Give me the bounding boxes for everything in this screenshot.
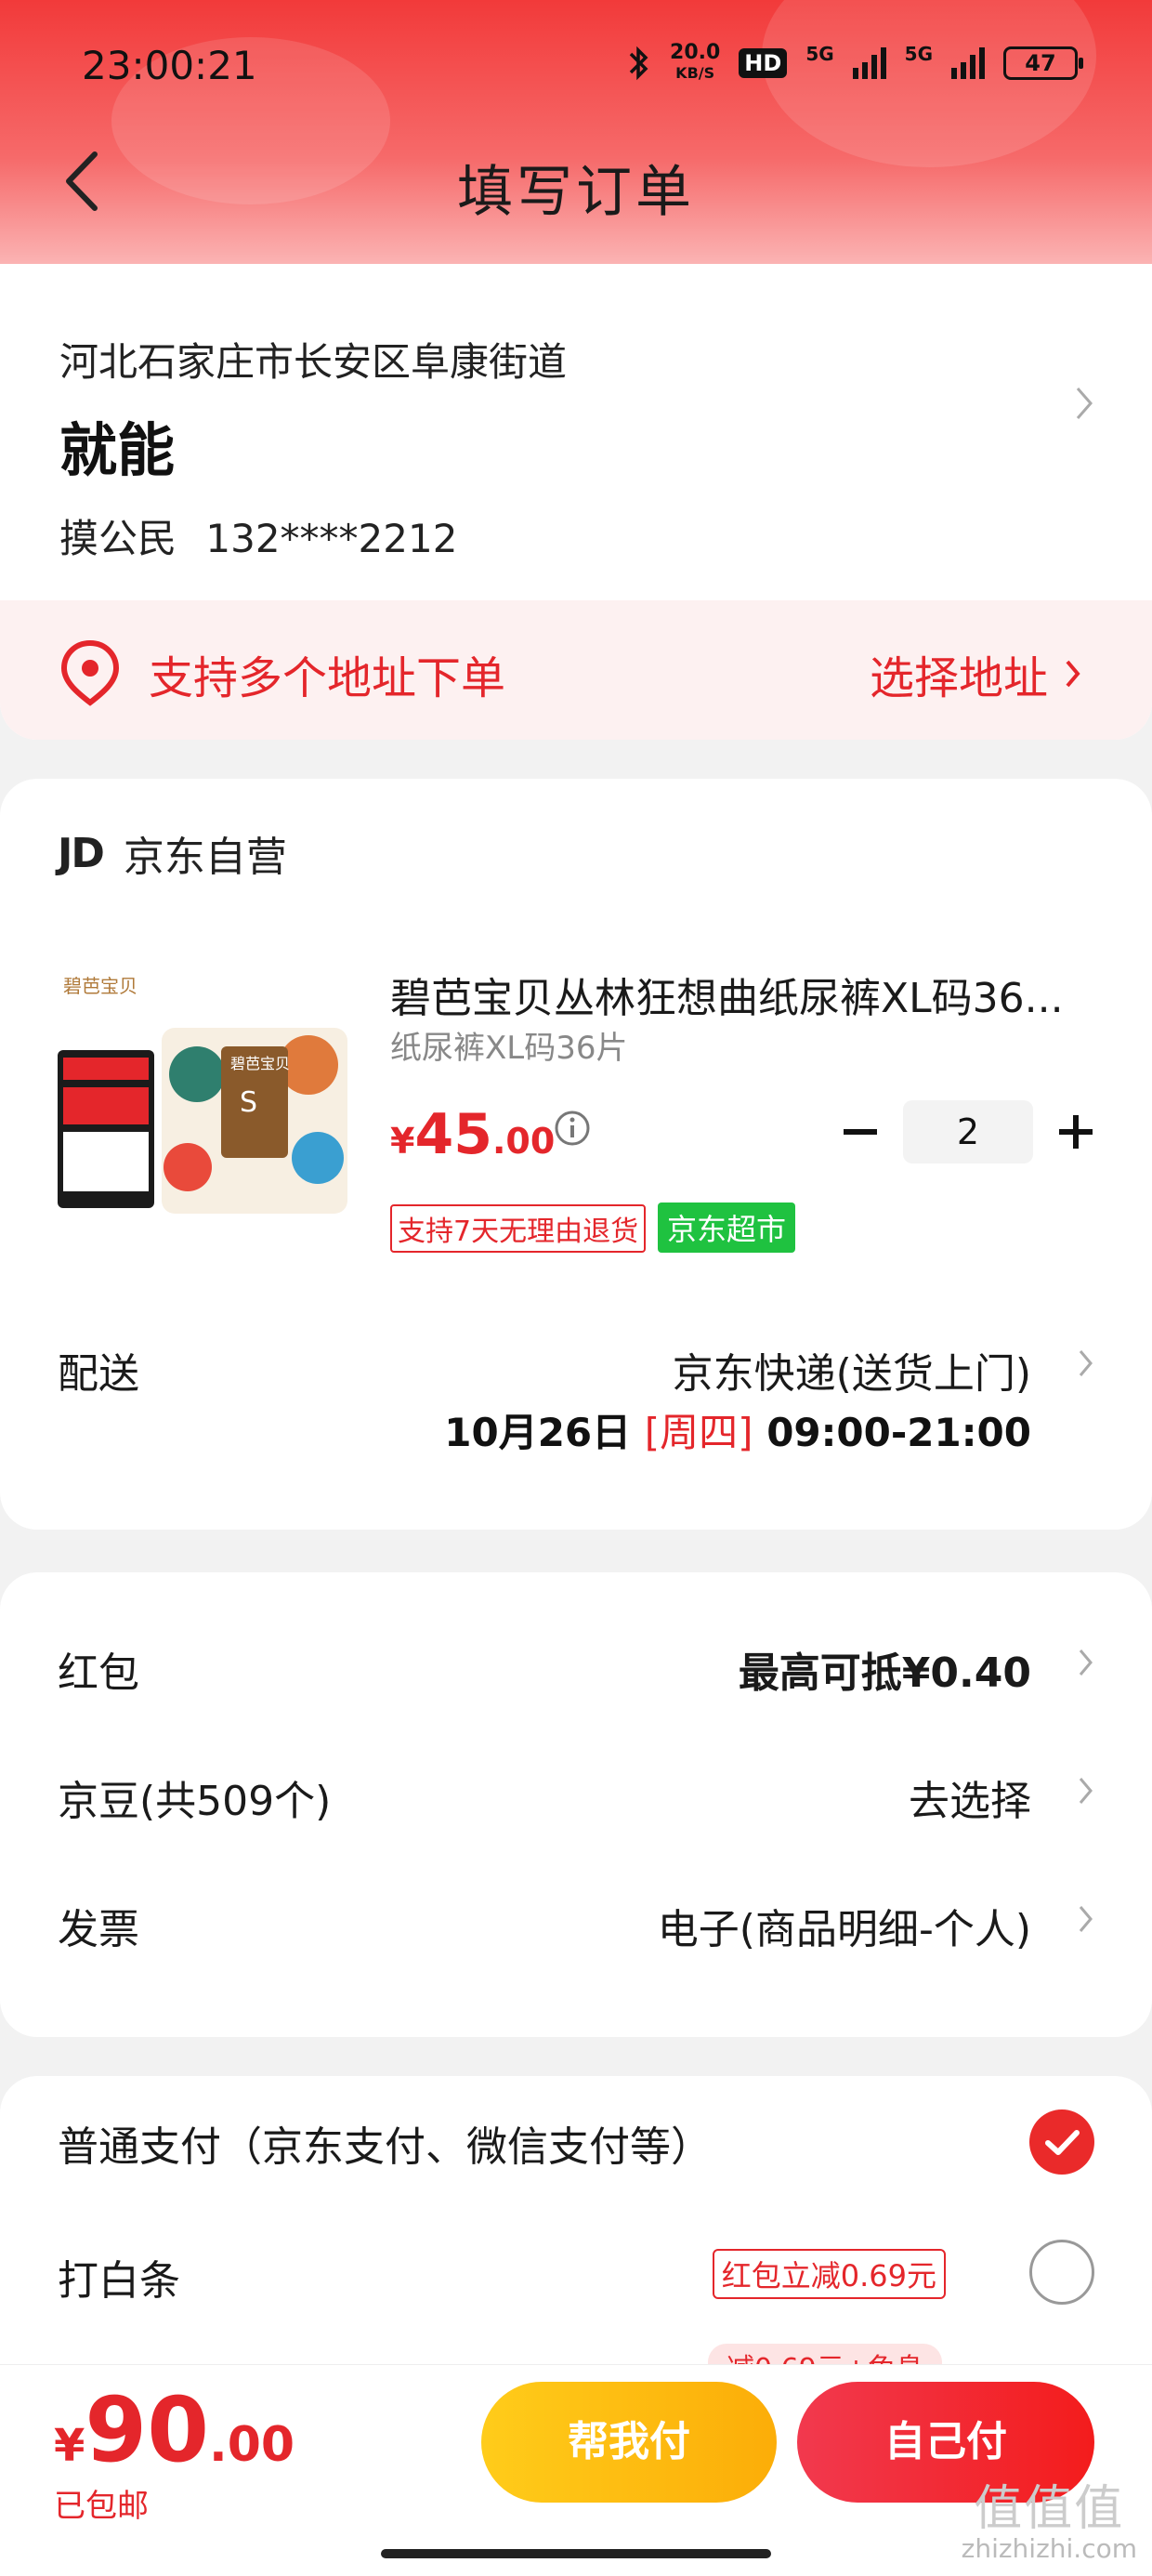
product-card: JD 京东自营 碧芭宝贝 碧芭宝贝 S 碧芭宝贝丛林狂想曲纸尿裤XL码36...… (0, 779, 1152, 1530)
home-indicator[interactable] (381, 2549, 771, 2558)
chevron-right-icon[interactable] (1078, 1347, 1094, 1379)
battery-icon: 47 (1003, 46, 1083, 80)
select-address-link[interactable]: 选择地址 (870, 641, 1081, 706)
shop-header: JD 京东自营 (58, 823, 287, 883)
shipping-weekday: [周四] (644, 1410, 753, 1455)
payment-baitiao-radio[interactable] (1029, 2240, 1094, 2305)
watermark-url: zhizhizhi.com (961, 2533, 1137, 2564)
speed-value: 20.0 (670, 41, 721, 64)
benefit-label: 京豆(共509个) (58, 1778, 332, 1825)
order-total: ¥90.00 (54, 2378, 295, 2482)
benefit-value: 去选择 (909, 1778, 1031, 1825)
chevron-right-icon (1079, 1778, 1093, 1804)
recipient-phone: 132****2212 (205, 516, 458, 561)
jd-logo: JD (58, 829, 105, 877)
address-detail: 就能 (59, 416, 176, 484)
product-brand: 碧芭宝贝 (63, 975, 137, 997)
shipping-method[interactable]: 京东快递(送货上门) (673, 1340, 1031, 1400)
location-pin-icon (60, 639, 120, 706)
shipping-date: 10月26日 (444, 1410, 632, 1455)
check-icon (1045, 2130, 1080, 2155)
signal-icon (951, 47, 985, 79)
help-pay-button[interactable]: 帮我付 (481, 2382, 777, 2503)
multi-address-text: 支持多个地址下单 (149, 652, 506, 704)
shipping-label: 配送 (58, 1350, 139, 1398)
quantity-input[interactable]: 2 (903, 1100, 1033, 1163)
shipping-time-range: 09:00-21:00 (766, 1410, 1031, 1455)
chevron-right-icon (1076, 388, 1093, 419)
benefit-row-red-packet[interactable]: 红包 最高可抵¥0.40 (0, 1617, 1152, 1710)
multi-address-bar[interactable]: 支持多个地址下单 选择地址 (0, 600, 1152, 740)
net-label-1: 5G (805, 43, 834, 65)
net-label-2: 5G (904, 43, 933, 65)
watermark-text: 值值值 (974, 2481, 1125, 2537)
total-integer: 90 (85, 2378, 209, 2482)
product-title[interactable]: 碧芭宝贝丛林狂想曲纸尿裤XL码36... (390, 965, 1096, 1024)
plus-icon[interactable] (1057, 1113, 1094, 1150)
hd-icon: HD (739, 48, 788, 78)
total-currency: ¥ (54, 2420, 85, 2472)
product-image[interactable]: 碧芭宝贝 碧芭宝贝 S (58, 972, 351, 1223)
address-card[interactable]: 河北石家庄市长安区阜康街道 就能 摸公民 132****2212 支持多个地址下… (0, 264, 1152, 740)
shop-name: 京东自营 (123, 834, 287, 881)
bottom-bar: ¥90.00 已包邮 帮我付 自己付 值值值 zhizhizhi.com (0, 2364, 1152, 2576)
payment-normal-label: 普通支付（京东支付、微信支付等） (58, 2123, 712, 2171)
status-time: 23:00:21 (82, 43, 257, 88)
total-decimal: .00 (209, 2417, 295, 2473)
address-contact: 摸公民 132****2212 (59, 507, 457, 564)
shipping-time[interactable]: 10月26日 [周四] 09:00-21:00 (444, 1401, 1031, 1458)
svg-text:碧芭宝贝: 碧芭宝贝 (230, 1055, 290, 1072)
signal-icon (852, 47, 886, 79)
recipient-name: 摸公民 (59, 516, 177, 561)
benefit-label: 发票 (58, 1906, 139, 1953)
benefit-label: 红包 (58, 1649, 139, 1697)
address-region: 河北石家庄市长安区阜康街道 (59, 339, 568, 385)
price-currency: ¥ (390, 1121, 415, 1162)
speed-unit: KB/S (675, 64, 715, 82)
chevron-right-icon (1079, 1649, 1093, 1676)
benefit-value: 电子(商品明细-个人) (657, 1906, 1031, 1953)
quantity-stepper: 2 (842, 1100, 1094, 1163)
chevron-right-icon (1066, 660, 1080, 688)
benefits-card: 红包 最高可抵¥0.40 京豆(共509个) 去选择 发票 电子(商品明细-个人… (0, 1572, 1152, 2037)
svg-text:S: S (240, 1086, 257, 1119)
return-policy-tag: 支持7天无理由退货 (390, 1204, 647, 1253)
info-icon[interactable] (554, 1110, 591, 1147)
baitiao-promo-tag: 红包立减0.69元 (712, 2249, 946, 2299)
benefit-row-jd-beans[interactable]: 京豆(共509个) 去选择 (0, 1745, 1152, 1838)
chevron-right-icon (1079, 1906, 1093, 1932)
price-decimal: .00 (491, 1121, 556, 1162)
network-speed: 20.0 KB/S (670, 43, 720, 84)
header: 23:00:21 20.0 KB/S HD 5G 5G 47 填写订单 (0, 0, 1152, 264)
status-icons: 20.0 KB/S HD 5G 5G 47 (627, 43, 1083, 84)
price-integer: 45 (414, 1102, 492, 1167)
payment-normal-check[interactable] (1029, 2109, 1094, 2175)
jd-supermarket-tag: 京东超市 (658, 1203, 796, 1253)
product-price: ¥45.00 (390, 1102, 555, 1167)
select-address-label: 选择地址 (869, 652, 1048, 704)
payment-baitiao-label: 打白条 (58, 2257, 180, 2305)
page-title: 填写订单 (457, 160, 695, 225)
free-shipping-label: 已包邮 (54, 2488, 149, 2525)
benefit-value: 最高可抵¥0.40 (738, 1649, 1031, 1697)
watermark: 值值值 zhizhizhi.com (962, 2483, 1137, 2563)
minus-icon[interactable] (842, 1113, 879, 1150)
benefit-row-invoice[interactable]: 发票 电子(商品明细-个人) (0, 1873, 1152, 1966)
product-spec: 纸尿裤XL码36片 (390, 1030, 628, 1067)
bluetooth-icon (629, 46, 648, 81)
